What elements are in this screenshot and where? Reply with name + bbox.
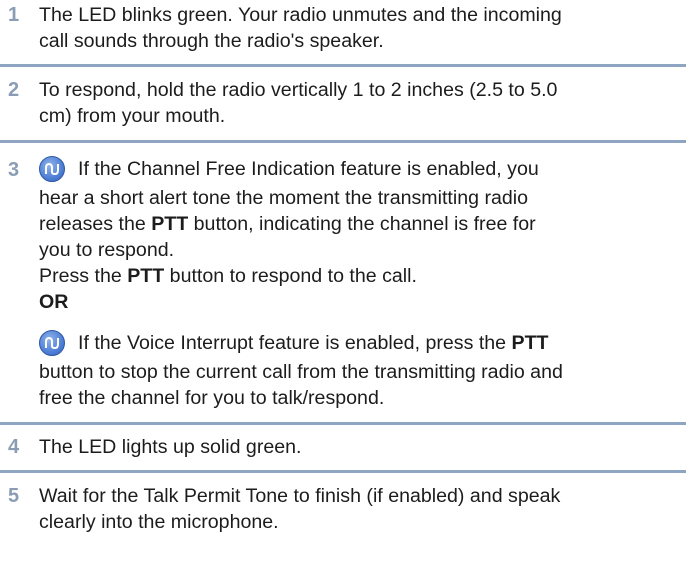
step-text-line: clearly into the microphone. — [39, 511, 279, 533]
step-4: 4 The LED lights up solid green. — [0, 425, 686, 460]
step-text-line: call sounds through the radio's speaker. — [39, 30, 384, 52]
step-5: 5 Wait for the Talk Permit Tone to finis… — [0, 473, 686, 535]
channel-free-line-2: hear a short alert tone the moment the t… — [39, 187, 529, 209]
feature-glyph-icon — [45, 162, 59, 176]
step-3: 3 If the Channel Free Indication feature… — [0, 143, 686, 411]
feature-glyph-icon — [45, 336, 59, 350]
channel-free-line-1: If the Channel Free Indication feature i… — [78, 158, 539, 180]
step-2: 2 To respond, hold the radio vertically … — [0, 67, 686, 129]
step-number: 2 — [8, 79, 20, 101]
channel-free-intro: If the Channel Free Indication feature i… — [39, 153, 680, 185]
step-1: 1 The LED blinks green. Your radio unmut… — [0, 0, 686, 54]
text-fragment: button, indicating the channel is free f… — [188, 213, 536, 235]
feature-icon — [39, 330, 65, 356]
step-text-line: Wait for the Talk Permit Tone to finish … — [39, 485, 561, 507]
or-text: OR — [39, 291, 69, 313]
voice-interrupt-line-2: button to stop the current call from the… — [39, 361, 563, 383]
voice-interrupt-line-1: If the Voice Interrupt feature is enable… — [78, 330, 549, 356]
channel-free-line-4: you to respond. — [39, 239, 175, 261]
channel-free-line-3: releases the PTT button, indicating the … — [39, 211, 680, 237]
step-number: 3 — [8, 159, 20, 181]
voice-interrupt-intro: If the Voice Interrupt feature is enable… — [39, 327, 680, 359]
ptt-label: PTT — [511, 332, 549, 354]
step-text-line: To respond, hold the radio vertically 1 … — [39, 79, 558, 101]
press-ptt-line: Press the PTT button to respond to the c… — [39, 263, 680, 289]
text-fragment: Press the — [39, 265, 128, 287]
step-number: 5 — [8, 485, 20, 507]
or-label: OR — [39, 289, 680, 315]
step-text-line: cm) from your mouth. — [39, 105, 226, 127]
step-text-line: The LED lights up solid green. — [39, 436, 302, 458]
text-fragment: releases the — [39, 213, 152, 235]
feature-icon — [39, 156, 65, 182]
text-fragment: button to respond to the call. — [164, 265, 417, 287]
step-number: 4 — [8, 436, 20, 458]
voice-interrupt-line-3: free the channel for you to talk/respond… — [39, 387, 385, 409]
step-text-line: The LED blinks green. Your radio unmutes… — [39, 4, 562, 26]
text-fragment: If the Voice Interrupt feature is enable… — [78, 332, 512, 354]
ptt-label: PTT — [151, 213, 189, 235]
step-number: 1 — [8, 4, 20, 26]
procedure-steps: 1 The LED blinks green. Your radio unmut… — [0, 0, 686, 581]
ptt-label: PTT — [127, 265, 165, 287]
